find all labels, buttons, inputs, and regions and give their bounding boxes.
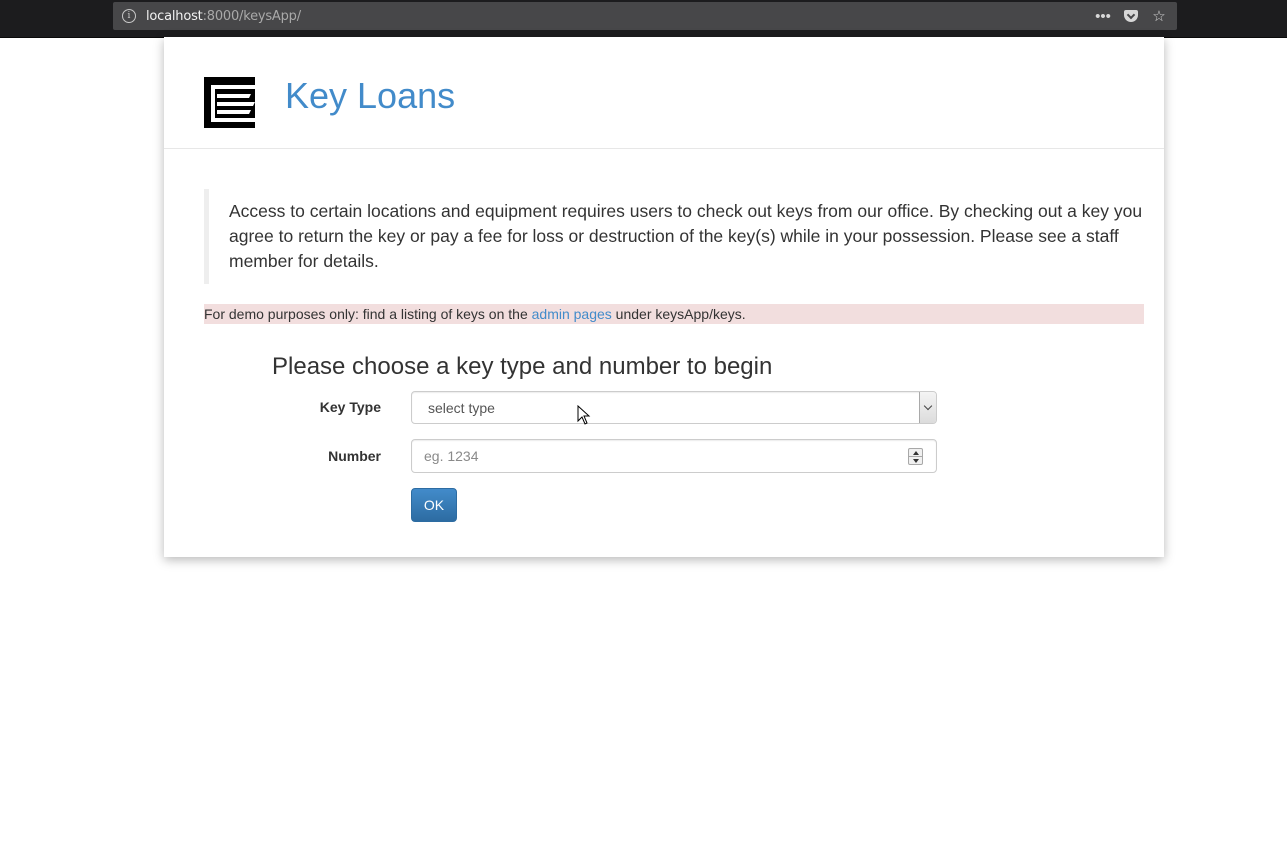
ok-button[interactable]: OK	[411, 488, 457, 522]
address-bar-actions: ••• ☆	[1089, 6, 1173, 26]
page-card: Key Loans Access to certain locations an…	[164, 37, 1164, 557]
stepper-down-icon[interactable]	[909, 456, 922, 464]
browser-toolbar: i localhost:8000/keysApp/ ••• ☆	[0, 0, 1287, 38]
chevron-down-icon[interactable]	[919, 392, 936, 423]
key-type-select[interactable]: select type	[411, 391, 937, 424]
address-bar[interactable]: i localhost:8000/keysApp/ ••• ☆	[113, 2, 1177, 30]
url-host: localhost	[146, 9, 203, 24]
number-label: Number	[328, 448, 381, 464]
key-type-label: Key Type	[319, 399, 381, 415]
demo-note-after: under keysApp/keys.	[611, 306, 746, 322]
page-title: Key Loans	[285, 75, 456, 116]
admin-pages-link[interactable]: admin pages	[532, 306, 612, 322]
number-input[interactable]	[411, 439, 937, 473]
url-text[interactable]: localhost:8000/keysApp/	[146, 9, 301, 24]
form-heading: Please choose a key type and number to b…	[272, 353, 773, 380]
info-icon[interactable]: i	[122, 9, 136, 23]
logo-icon	[204, 77, 255, 128]
mouse-cursor-icon	[577, 405, 591, 425]
intro-text: Access to certain locations and equipmen…	[204, 189, 1144, 284]
star-icon[interactable]: ☆	[1145, 6, 1173, 26]
demo-note-before: For demo purposes only: find a listing o…	[204, 306, 532, 322]
ellipsis-icon[interactable]: •••	[1089, 6, 1117, 26]
demo-notice: For demo purposes only: find a listing o…	[204, 304, 1144, 324]
page-header: Key Loans	[164, 37, 1164, 149]
pocket-icon[interactable]	[1117, 6, 1145, 26]
stepper-up-icon[interactable]	[909, 449, 922, 456]
number-stepper[interactable]	[908, 448, 923, 465]
key-type-selected-value: select type	[428, 400, 495, 416]
url-path: :8000/keysApp/	[202, 9, 302, 24]
